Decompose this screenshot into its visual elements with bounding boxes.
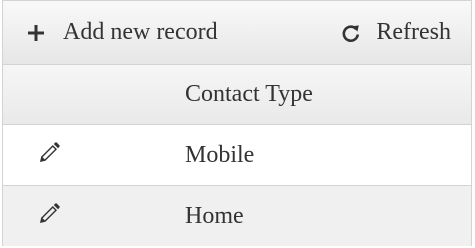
refresh-icon	[340, 22, 362, 44]
edit-row-button[interactable]	[36, 141, 62, 170]
table-row: Home	[3, 186, 471, 246]
contact-type-cell: Home	[185, 202, 244, 229]
refresh-button[interactable]: Refresh	[340, 1, 451, 64]
contact-type-cell: Mobile	[185, 141, 255, 168]
add-new-record-label: Add new record	[63, 19, 218, 45]
pencil-icon	[37, 202, 61, 231]
contact-type-grid: Add new record Refresh Contact Type Mobi…	[2, 0, 472, 246]
column-header-contact-type[interactable]: Contact Type	[185, 65, 313, 124]
edit-row-button[interactable]	[36, 202, 62, 231]
column-header-row: Contact Type	[3, 65, 471, 125]
plus-icon	[25, 22, 47, 44]
add-new-record-button[interactable]: Add new record	[25, 1, 218, 64]
pencil-icon	[37, 141, 61, 170]
refresh-label: Refresh	[376, 19, 451, 45]
table-row: Mobile	[3, 125, 471, 186]
grid-toolbar: Add new record Refresh	[3, 1, 471, 65]
